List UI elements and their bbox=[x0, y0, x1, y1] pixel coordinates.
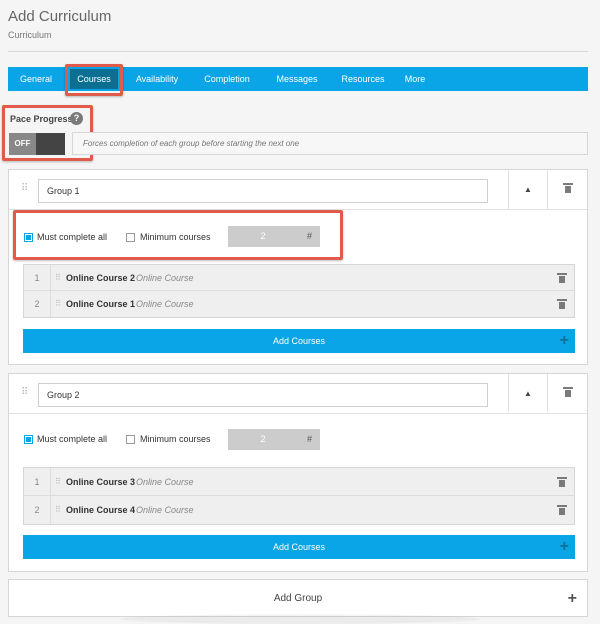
add-courses-label: Add Courses bbox=[272, 542, 326, 552]
add-group-label: Add Group bbox=[273, 593, 323, 604]
tab-completion[interactable]: Completion bbox=[198, 67, 256, 91]
must-complete-all-label[interactable]: Must complete all bbox=[37, 232, 107, 242]
must-complete-all-checkbox[interactable] bbox=[24, 233, 33, 242]
trash-icon bbox=[562, 183, 573, 193]
course-index: 1 bbox=[24, 265, 51, 290]
collapse-button[interactable]: ▲ bbox=[508, 170, 548, 210]
course-name: Online Course 4 bbox=[66, 505, 136, 515]
must-complete-all-checkbox[interactable] bbox=[24, 435, 33, 444]
table-row[interactable]: 1 ⠿ Online Course 3 Online Course bbox=[24, 468, 574, 496]
bottom-shadow bbox=[120, 614, 480, 624]
course-table: 1 ⠿ Online Course 3 Online Course 2 ⠿ On… bbox=[23, 467, 575, 525]
course-name: Online Course 2 bbox=[66, 273, 136, 283]
group-header: ⠿ Group 1 ▲ bbox=[9, 170, 587, 210]
course-type: Online Course bbox=[136, 299, 194, 309]
course-type: Online Course bbox=[136, 273, 194, 283]
drag-handle-icon[interactable]: ⠿ bbox=[55, 273, 61, 282]
tab-courses[interactable]: Courses bbox=[70, 69, 118, 89]
add-courses-button[interactable]: Add Courses + bbox=[23, 535, 575, 559]
tab-availability[interactable]: Availability bbox=[126, 67, 188, 91]
help-icon[interactable]: ? bbox=[70, 112, 83, 125]
pace-description: Forces completion of each group before s… bbox=[72, 132, 588, 155]
group-card: ⠿ Group 1 ▲ Must complete all Minimum co… bbox=[8, 169, 588, 365]
course-name: Online Course 3 bbox=[66, 477, 136, 487]
must-complete-all-label[interactable]: Must complete all bbox=[37, 434, 107, 444]
header-divider bbox=[8, 51, 588, 52]
group-name-input[interactable]: Group 2 bbox=[38, 383, 488, 407]
group-header: ⠿ Group 2 ▲ bbox=[9, 374, 587, 414]
toggle-off-label: OFF bbox=[9, 133, 36, 155]
minimum-courses-checkbox[interactable] bbox=[126, 233, 135, 242]
delete-group-button[interactable] bbox=[548, 170, 587, 210]
course-index: 2 bbox=[24, 496, 51, 524]
table-row[interactable]: 1 ⠿ Online Course 2 Online Course bbox=[24, 265, 574, 291]
minimum-courses-value: 2 bbox=[260, 434, 266, 444]
drag-handle-icon[interactable]: ⠿ bbox=[55, 477, 61, 486]
trash-icon[interactable] bbox=[557, 299, 567, 309]
group-name-input[interactable]: Group 1 bbox=[38, 179, 488, 203]
course-index: 1 bbox=[24, 468, 51, 495]
trash-icon[interactable] bbox=[557, 273, 567, 283]
hash-icon: # bbox=[306, 434, 312, 444]
add-group-button[interactable]: Add Group + bbox=[8, 579, 588, 617]
minimum-courses-input[interactable]: 2 # bbox=[228, 226, 320, 247]
course-name: Online Course 1 bbox=[66, 299, 136, 309]
add-courses-label: Add Courses bbox=[272, 336, 326, 346]
plus-icon: + bbox=[559, 538, 569, 555]
collapse-button[interactable]: ▲ bbox=[508, 374, 548, 414]
drag-handle-icon[interactable]: ⠿ bbox=[21, 387, 28, 398]
add-courses-button[interactable]: Add Courses + bbox=[23, 329, 575, 353]
table-row[interactable]: 2 ⠿ Online Course 1 Online Course bbox=[24, 291, 574, 317]
minimum-courses-input[interactable]: 2 # bbox=[228, 429, 320, 450]
tab-more[interactable]: More bbox=[400, 67, 430, 91]
tab-resources[interactable]: Resources bbox=[334, 67, 392, 91]
delete-group-button[interactable] bbox=[548, 374, 587, 414]
pace-progress-label: Pace Progress bbox=[10, 114, 73, 124]
minimum-courses-checkbox[interactable] bbox=[126, 435, 135, 444]
tab-bar: General Courses Availability Completion … bbox=[8, 67, 588, 91]
trash-icon[interactable] bbox=[557, 477, 567, 487]
drag-handle-icon[interactable]: ⠿ bbox=[55, 299, 61, 308]
trash-icon bbox=[562, 387, 573, 397]
tab-general[interactable]: General bbox=[12, 67, 60, 91]
pace-progress-toggle[interactable]: OFF bbox=[9, 133, 65, 155]
page-title: Add Curriculum bbox=[8, 8, 112, 25]
page-subtitle: Curriculum bbox=[8, 30, 52, 40]
table-row[interactable]: 2 ⠿ Online Course 4 Online Course bbox=[24, 496, 574, 524]
drag-handle-icon[interactable]: ⠿ bbox=[21, 183, 28, 194]
course-index: 2 bbox=[24, 291, 51, 317]
minimum-courses-label[interactable]: Minimum courses bbox=[140, 434, 211, 444]
chevron-up-icon: ▲ bbox=[524, 389, 532, 398]
plus-icon: + bbox=[567, 590, 577, 607]
chevron-up-icon: ▲ bbox=[524, 185, 532, 194]
group-card: ⠿ Group 2 ▲ Must complete all Minimum co… bbox=[8, 373, 588, 572]
course-type: Online Course bbox=[136, 505, 194, 515]
course-type: Online Course bbox=[136, 477, 194, 487]
tab-messages[interactable]: Messages bbox=[270, 67, 324, 91]
minimum-courses-value: 2 bbox=[260, 231, 266, 241]
trash-icon[interactable] bbox=[557, 505, 567, 515]
course-table: 1 ⠿ Online Course 2 Online Course 2 ⠿ On… bbox=[23, 264, 575, 318]
plus-icon: + bbox=[559, 332, 569, 349]
drag-handle-icon[interactable]: ⠿ bbox=[55, 505, 61, 514]
hash-icon: # bbox=[306, 231, 312, 241]
minimum-courses-label[interactable]: Minimum courses bbox=[140, 232, 211, 242]
